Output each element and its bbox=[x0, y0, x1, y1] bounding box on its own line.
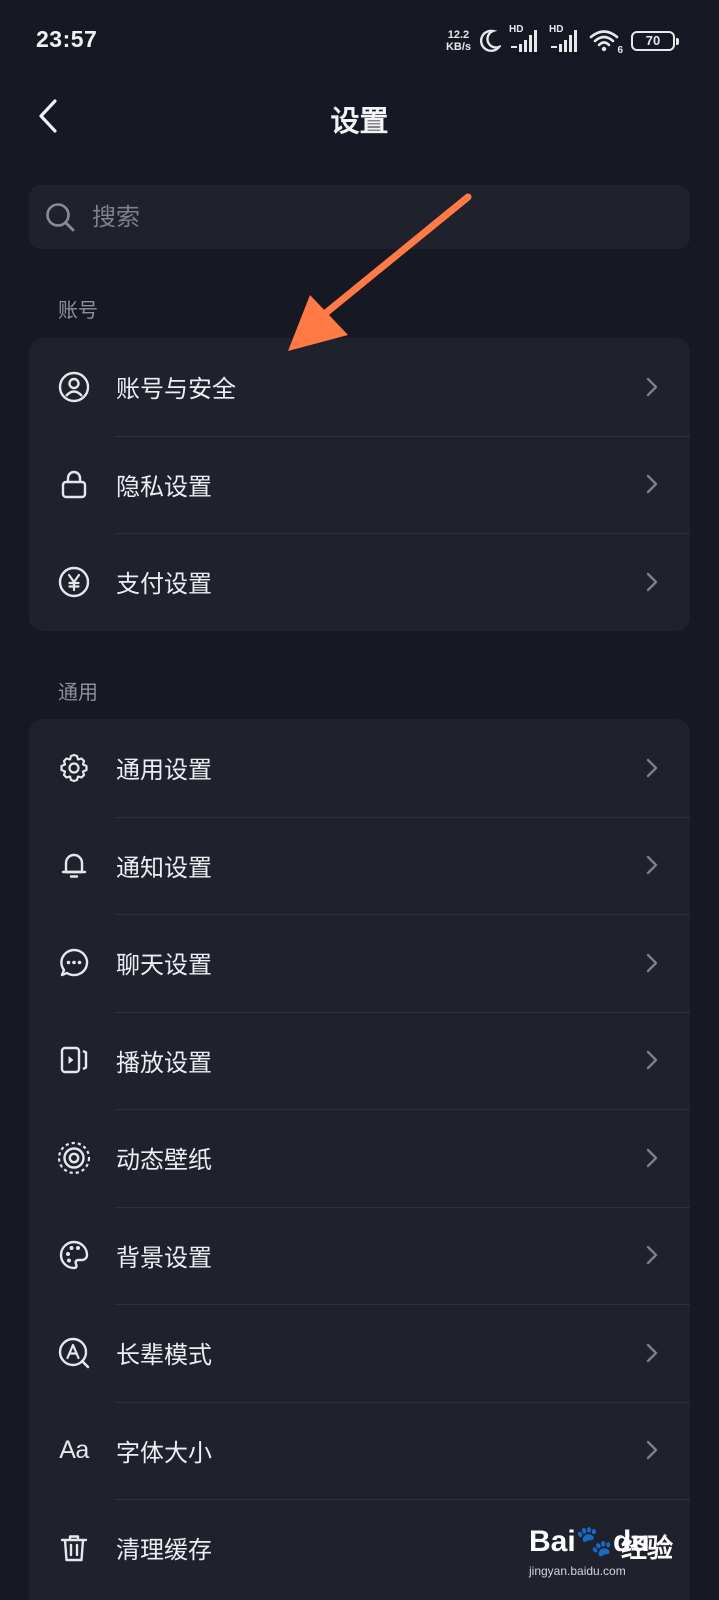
settings-item-notification[interactable]: 通知设置 bbox=[29, 816, 690, 915]
chevron-right-icon bbox=[646, 572, 658, 591]
settings-item-background[interactable]: 背景设置 bbox=[29, 1206, 690, 1305]
nav-bar: 设置 bbox=[0, 84, 719, 148]
section-label-general: 通用 bbox=[58, 680, 98, 704]
chevron-right-icon bbox=[646, 1051, 658, 1070]
search-icon bbox=[46, 203, 75, 232]
chevron-right-icon bbox=[646, 377, 658, 396]
settings-item-playback[interactable]: 播放设置 bbox=[29, 1011, 690, 1110]
settings-item-general[interactable]: 通用设置 bbox=[29, 719, 690, 817]
settings-item-label: 聊天设置 bbox=[116, 951, 212, 980]
settings-item-label: 背景设置 bbox=[116, 1243, 212, 1272]
signal-bars-icon bbox=[551, 30, 577, 52]
chevron-right-icon bbox=[646, 475, 658, 494]
network-speed: 12.2 KB/s bbox=[445, 29, 471, 53]
chevron-right-icon bbox=[646, 856, 658, 875]
page-title: 设置 bbox=[330, 104, 389, 138]
settings-item-label: 动态壁纸 bbox=[116, 1146, 212, 1175]
signal-2: HD bbox=[549, 24, 581, 54]
settings-item-elder-mode[interactable]: 长辈模式 bbox=[29, 1304, 690, 1402]
general-settings-card: 通用设置 通知设置 聊天设置 播放设置 动态壁纸 背景设置 长辈模式 Aa 字体… bbox=[29, 719, 690, 1600]
yuan-icon bbox=[57, 565, 91, 599]
trash-icon bbox=[57, 1531, 91, 1565]
chevron-right-icon bbox=[646, 758, 658, 777]
user-circle-icon bbox=[57, 370, 91, 404]
search-box[interactable] bbox=[29, 185, 690, 249]
moon-icon bbox=[479, 29, 501, 52]
settings-item-label: 通知设置 bbox=[116, 853, 212, 882]
chevron-right-icon bbox=[646, 953, 658, 972]
settings-item-payment[interactable]: 支付设置 bbox=[29, 533, 690, 631]
chevron-right-icon bbox=[646, 1441, 658, 1460]
settings-item-live-wallpaper[interactable]: 动态壁纸 bbox=[29, 1109, 690, 1207]
settings-item-privacy[interactable]: 隐私设置 bbox=[29, 435, 690, 534]
play-screen-icon bbox=[57, 1043, 91, 1077]
watermark-url: jingyan.baidu.com bbox=[529, 1564, 626, 1578]
baidu-jingyan-watermark: Bai🐾du 经验 jingyan.baidu.com bbox=[529, 1520, 679, 1582]
settings-item-account-security[interactable]: 账号与安全 bbox=[29, 338, 690, 436]
gear-icon bbox=[57, 751, 91, 785]
wifi-icon bbox=[589, 30, 619, 52]
settings-item-label: 账号与安全 bbox=[116, 375, 236, 404]
signal-1: HD bbox=[509, 24, 541, 54]
settings-item-label: 播放设置 bbox=[116, 1048, 212, 1077]
chevron-right-icon bbox=[646, 1148, 658, 1167]
bell-icon bbox=[57, 848, 91, 882]
settings-item-label: 字体大小 bbox=[116, 1438, 212, 1467]
account-settings-card: 账号与安全 隐私设置 支付设置 bbox=[29, 338, 690, 631]
live-wallpaper-icon bbox=[57, 1141, 91, 1175]
chevron-right-icon bbox=[646, 1343, 658, 1362]
settings-item-chat[interactable]: 聊天设置 bbox=[29, 914, 690, 1012]
chat-bubble-icon bbox=[57, 946, 91, 980]
status-indicators: 12.2 KB/s HD HD 6 70 bbox=[445, 24, 679, 56]
status-bar: 23:57 12.2 KB/s HD HD 6 70 bbox=[0, 0, 719, 84]
elder-mode-icon bbox=[57, 1336, 91, 1370]
watermark-text: 经验 bbox=[621, 1534, 674, 1564]
chevron-right-icon bbox=[646, 1246, 658, 1265]
settings-item-label: 支付设置 bbox=[116, 570, 212, 599]
palette-icon bbox=[57, 1238, 91, 1272]
status-time: 23:57 bbox=[36, 26, 98, 52]
settings-item-label: 长辈模式 bbox=[116, 1341, 212, 1370]
settings-item-label: 清理缓存 bbox=[116, 1536, 212, 1565]
wifi: 6 bbox=[589, 28, 623, 56]
search-input[interactable] bbox=[92, 203, 652, 231]
battery-indicator: 70 bbox=[631, 31, 679, 51]
font-size-icon: Aa bbox=[59, 1435, 89, 1464]
lock-icon bbox=[57, 467, 91, 501]
settings-item-label: 通用设置 bbox=[116, 756, 212, 785]
section-label-account: 账号 bbox=[58, 298, 98, 322]
settings-item-font-size[interactable]: Aa 字体大小 bbox=[29, 1401, 690, 1500]
signal-bars-icon bbox=[511, 30, 537, 52]
settings-item-label: 隐私设置 bbox=[116, 472, 212, 501]
